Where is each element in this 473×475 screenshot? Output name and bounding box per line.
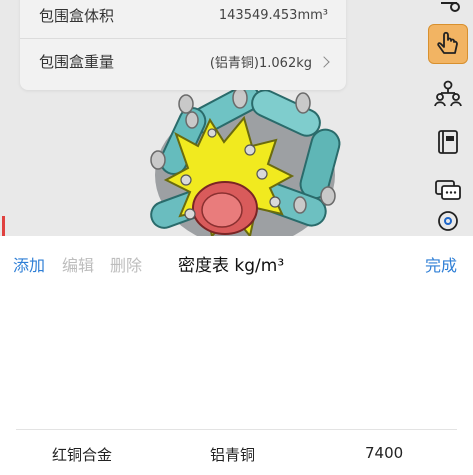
density-value-cell: 7400 bbox=[365, 444, 404, 462]
row-divider bbox=[16, 429, 457, 430]
density-table-sheet: 添加 编辑 删除 密度表 kg/m³ 完成 红铜合金 铝青铜 7400 bbox=[0, 236, 473, 475]
touch-mode-button[interactable] bbox=[428, 24, 468, 64]
chevron-right-icon bbox=[318, 55, 330, 68]
material-name-cell: 红铜合金 bbox=[52, 446, 113, 464]
hand-pointer-icon bbox=[437, 31, 458, 54]
bounding-box-volume-row: 包围盒体积 143549.453mm³ bbox=[20, 0, 346, 38]
bounding-box-info-panel: 包围盒体积 143549.453mm³ 包围盒重量 (铝青铜)1.062kg bbox=[20, 0, 346, 90]
measure-tool-button[interactable] bbox=[428, 0, 468, 22]
add-button[interactable]: 添加 bbox=[13, 252, 45, 276]
delete-button[interactable]: 删除 bbox=[110, 252, 142, 276]
volume-label: 包围盒体积 bbox=[39, 6, 115, 25]
assembly-tree-button[interactable] bbox=[428, 74, 468, 114]
comments-button[interactable] bbox=[428, 170, 468, 210]
volume-value: 143549.453mm³ bbox=[218, 7, 328, 23]
manual-button[interactable] bbox=[428, 122, 468, 162]
sheet-title: 密度表 kg/m³ bbox=[178, 256, 285, 276]
measure-icon bbox=[438, 0, 460, 12]
bounding-box-weight-row[interactable]: 包围盒重量 (铝青铜)1.062kg bbox=[20, 38, 346, 84]
weight-label: 包围盒重量 bbox=[39, 53, 115, 71]
model-viewport[interactable]: 包围盒体积 143549.453mm³ 包围盒重量 (铝青铜)1.062kg bbox=[0, 0, 473, 236]
settings-icon bbox=[438, 211, 458, 231]
table-row[interactable]: 红铜合金 铝青铜 7400 bbox=[0, 439, 473, 469]
edit-button[interactable]: 编辑 bbox=[62, 252, 94, 276]
settings-button[interactable] bbox=[428, 206, 468, 236]
book-icon bbox=[438, 130, 458, 154]
viewport-edge-marker bbox=[2, 216, 5, 236]
weight-value: (铝青铜)1.062kg bbox=[209, 56, 312, 71]
hierarchy-icon bbox=[434, 80, 462, 107]
right-toolbar bbox=[424, 0, 473, 236]
chat-icon bbox=[435, 180, 461, 200]
sheet-header: 添加 编辑 删除 密度表 kg/m³ 完成 bbox=[0, 236, 473, 290]
material-type-cell: 铝青铜 bbox=[210, 446, 256, 464]
done-button[interactable]: 完成 bbox=[425, 252, 457, 276]
